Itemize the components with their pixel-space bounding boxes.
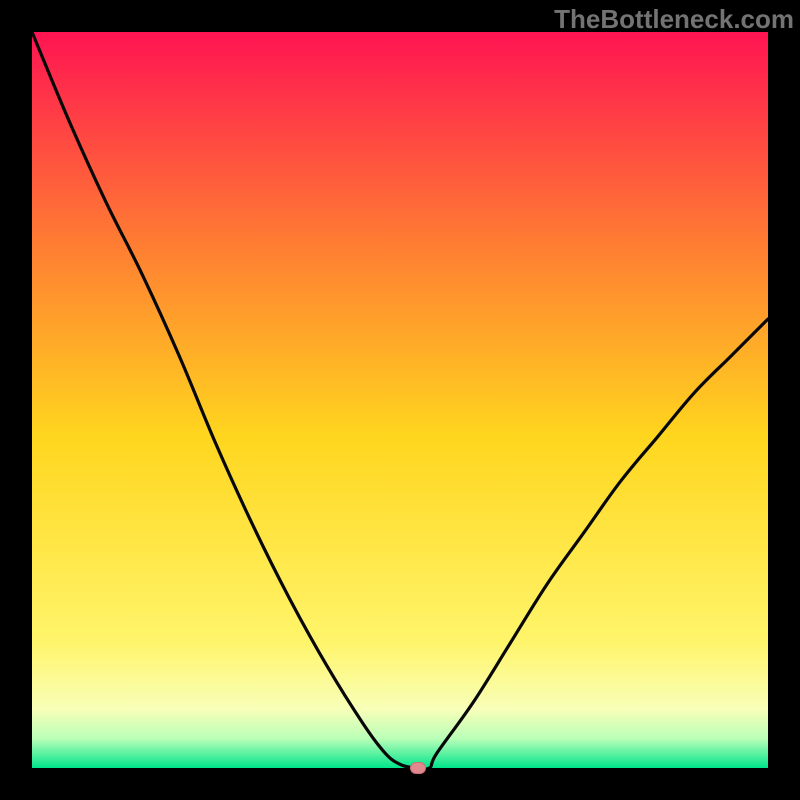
watermark-text: TheBottleneck.com bbox=[554, 4, 794, 35]
chart-frame: TheBottleneck.com bbox=[0, 0, 800, 800]
plot-area bbox=[32, 32, 768, 768]
optimal-point-marker bbox=[410, 762, 426, 774]
bottleneck-curve bbox=[32, 32, 768, 768]
